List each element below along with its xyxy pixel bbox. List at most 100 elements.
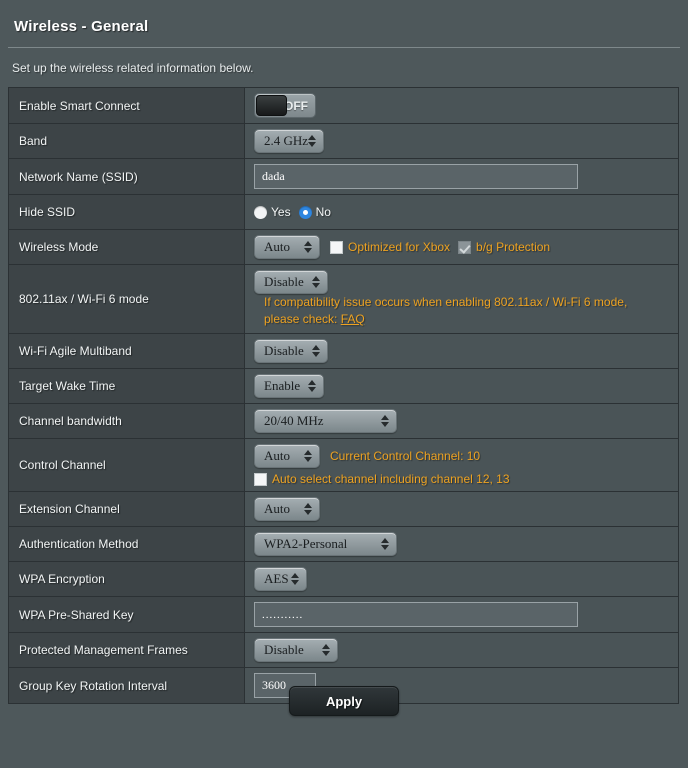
value-agile-multiband: Disable bbox=[245, 334, 678, 368]
ax-mode-select-value: Disable bbox=[264, 274, 304, 289]
apply-button[interactable]: Apply bbox=[289, 686, 399, 716]
ax-mode-note-line1: If compatibility issue occurs when enabl… bbox=[264, 295, 628, 309]
row-smart-connect: Enable Smart Connect OFF bbox=[9, 88, 678, 124]
ssid-input-value: dada bbox=[262, 169, 285, 183]
row-extension-channel: Extension Channel Auto bbox=[9, 492, 678, 527]
label-wpa-psk: WPA Pre-Shared Key bbox=[9, 597, 245, 632]
toggle-state-label: OFF bbox=[284, 98, 308, 113]
current-control-channel-text: Current Control Channel: 10 bbox=[330, 448, 481, 463]
label-hide-ssid: Hide SSID bbox=[9, 195, 245, 229]
label-ssid: Network Name (SSID) bbox=[9, 159, 245, 194]
extension-channel-select[interactable]: Auto bbox=[254, 497, 320, 521]
wpa-psk-input-value: ........... bbox=[262, 608, 304, 621]
row-hide-ssid: Hide SSID Yes No bbox=[9, 195, 678, 230]
label-ax-mode: 802.11ax / Wi-Fi 6 mode bbox=[9, 265, 245, 333]
label-auth-method: Authentication Method bbox=[9, 527, 245, 561]
control-channel-line-checkbox: Auto select channel including channel 12… bbox=[254, 472, 678, 486]
row-auth-method: Authentication Method WPA2-Personal bbox=[9, 527, 678, 562]
radio-no-label: No bbox=[315, 205, 331, 219]
row-wpa-encryption: WPA Encryption AES bbox=[9, 562, 678, 597]
hide-ssid-radio-yes[interactable]: Yes bbox=[254, 205, 291, 219]
ax-mode-select[interactable]: Disable bbox=[254, 270, 328, 294]
extension-channel-select-value: Auto bbox=[264, 501, 290, 516]
channel-bandwidth-select[interactable]: 20/40 MHz bbox=[254, 409, 397, 433]
wpa-encryption-select-value: AES bbox=[264, 571, 289, 586]
row-target-wake-time: Target Wake Time Enable bbox=[9, 369, 678, 404]
row-wireless-mode: Wireless Mode Auto Optimized for Xbox b/… bbox=[9, 230, 678, 265]
chevron-updown-icon bbox=[304, 241, 312, 253]
toggle-knob bbox=[256, 95, 287, 116]
optimized-for-xbox-checkbox[interactable]: Optimized for Xbox bbox=[330, 240, 450, 254]
apply-button-container: Apply bbox=[0, 686, 688, 716]
wireless-mode-select[interactable]: Auto bbox=[254, 235, 320, 259]
channel-bandwidth-select-value: 20/40 MHz bbox=[264, 413, 324, 428]
value-ssid: dada bbox=[245, 159, 678, 194]
value-channel-bandwidth: 20/40 MHz bbox=[245, 404, 678, 438]
control-channel-select-value: Auto bbox=[264, 448, 290, 463]
control-channel-line-select: Auto Current Control Channel: 10 bbox=[254, 444, 678, 468]
value-target-wake-time: Enable bbox=[245, 369, 678, 403]
label-control-channel: Control Channel bbox=[9, 439, 245, 491]
control-channel-stack: Auto Current Control Channel: 10 Auto se… bbox=[254, 444, 678, 486]
checkbox-indicator bbox=[330, 240, 343, 254]
hide-ssid-radio-no[interactable]: No bbox=[298, 205, 331, 219]
label-wireless-mode: Wireless Mode bbox=[9, 230, 245, 264]
band-select[interactable]: 2.4 GHz bbox=[254, 129, 324, 153]
chevron-updown-icon bbox=[381, 415, 389, 427]
row-band: Band 2.4 GHz bbox=[9, 124, 678, 159]
title-divider bbox=[8, 47, 680, 48]
row-control-channel: Control Channel Auto Current Control Cha… bbox=[9, 439, 678, 492]
label-channel-bandwidth: Channel bandwidth bbox=[9, 404, 245, 438]
settings-table: Enable Smart Connect OFF Band 2.4 GHz Ne… bbox=[8, 87, 679, 704]
ssid-input[interactable]: dada bbox=[254, 164, 578, 189]
value-hide-ssid: Yes No bbox=[245, 195, 678, 229]
optimized-for-xbox-label: Optimized for Xbox bbox=[348, 240, 451, 254]
target-wake-time-select-value: Enable bbox=[264, 378, 301, 393]
ax-mode-note-line2: please check: FAQ bbox=[264, 311, 627, 328]
value-wpa-psk: ........... bbox=[245, 597, 678, 632]
row-agile-multiband: Wi-Fi Agile Multiband Disable bbox=[9, 334, 678, 369]
value-auth-method: WPA2-Personal bbox=[245, 527, 678, 561]
value-wpa-encryption: AES bbox=[245, 562, 678, 596]
band-select-value: 2.4 GHz bbox=[264, 133, 309, 148]
ax-mode-note: If compatibility issue occurs when enabl… bbox=[264, 294, 627, 328]
faq-link[interactable]: FAQ bbox=[341, 312, 365, 326]
radio-no-indicator bbox=[298, 205, 312, 219]
wpa-psk-input[interactable]: ........... bbox=[254, 602, 578, 627]
agile-multiband-select[interactable]: Disable bbox=[254, 339, 328, 363]
control-channel-select[interactable]: Auto bbox=[254, 444, 320, 468]
chevron-updown-icon bbox=[308, 135, 316, 147]
label-agile-multiband: Wi-Fi Agile Multiband bbox=[9, 334, 245, 368]
wpa-encryption-select[interactable]: AES bbox=[254, 567, 307, 591]
row-pmf: Protected Management Frames Disable bbox=[9, 633, 678, 668]
chevron-updown-icon bbox=[312, 276, 320, 288]
pmf-select-value: Disable bbox=[264, 642, 304, 657]
label-wpa-encryption: WPA Encryption bbox=[9, 562, 245, 596]
agile-multiband-select-value: Disable bbox=[264, 343, 304, 358]
chevron-updown-icon bbox=[312, 345, 320, 357]
auth-method-select-value: WPA2-Personal bbox=[264, 536, 348, 551]
value-smart-connect: OFF bbox=[245, 88, 678, 123]
pmf-select[interactable]: Disable bbox=[254, 638, 338, 662]
page-title: Wireless - General bbox=[14, 18, 149, 35]
chevron-updown-icon bbox=[322, 644, 330, 656]
chevron-updown-icon bbox=[381, 538, 389, 550]
wireless-general-page: Wireless - General Set up the wireless r… bbox=[0, 0, 688, 768]
smart-connect-toggle[interactable]: OFF bbox=[254, 93, 316, 118]
auth-method-select[interactable]: WPA2-Personal bbox=[254, 532, 397, 556]
ax-mode-note-prefix: please check: bbox=[264, 312, 338, 326]
chevron-updown-icon bbox=[291, 573, 299, 585]
target-wake-time-select[interactable]: Enable bbox=[254, 374, 324, 398]
value-extension-channel: Auto bbox=[245, 492, 678, 526]
hide-ssid-radio-group: Yes No bbox=[254, 205, 331, 219]
checkbox-indicator bbox=[254, 472, 267, 486]
row-channel-bandwidth: Channel bandwidth 20/40 MHz bbox=[9, 404, 678, 439]
value-band: 2.4 GHz bbox=[245, 124, 678, 158]
auto-select-channel-checkbox[interactable]: Auto select channel including channel 12… bbox=[254, 472, 510, 486]
row-wpa-psk: WPA Pre-Shared Key ........... bbox=[9, 597, 678, 633]
label-target-wake-time: Target Wake Time bbox=[9, 369, 245, 403]
bg-protection-label: b/g Protection bbox=[476, 240, 551, 254]
label-pmf: Protected Management Frames bbox=[9, 633, 245, 667]
value-control-channel: Auto Current Control Channel: 10 Auto se… bbox=[245, 439, 678, 491]
page-subtitle: Set up the wireless related information … bbox=[12, 61, 254, 75]
